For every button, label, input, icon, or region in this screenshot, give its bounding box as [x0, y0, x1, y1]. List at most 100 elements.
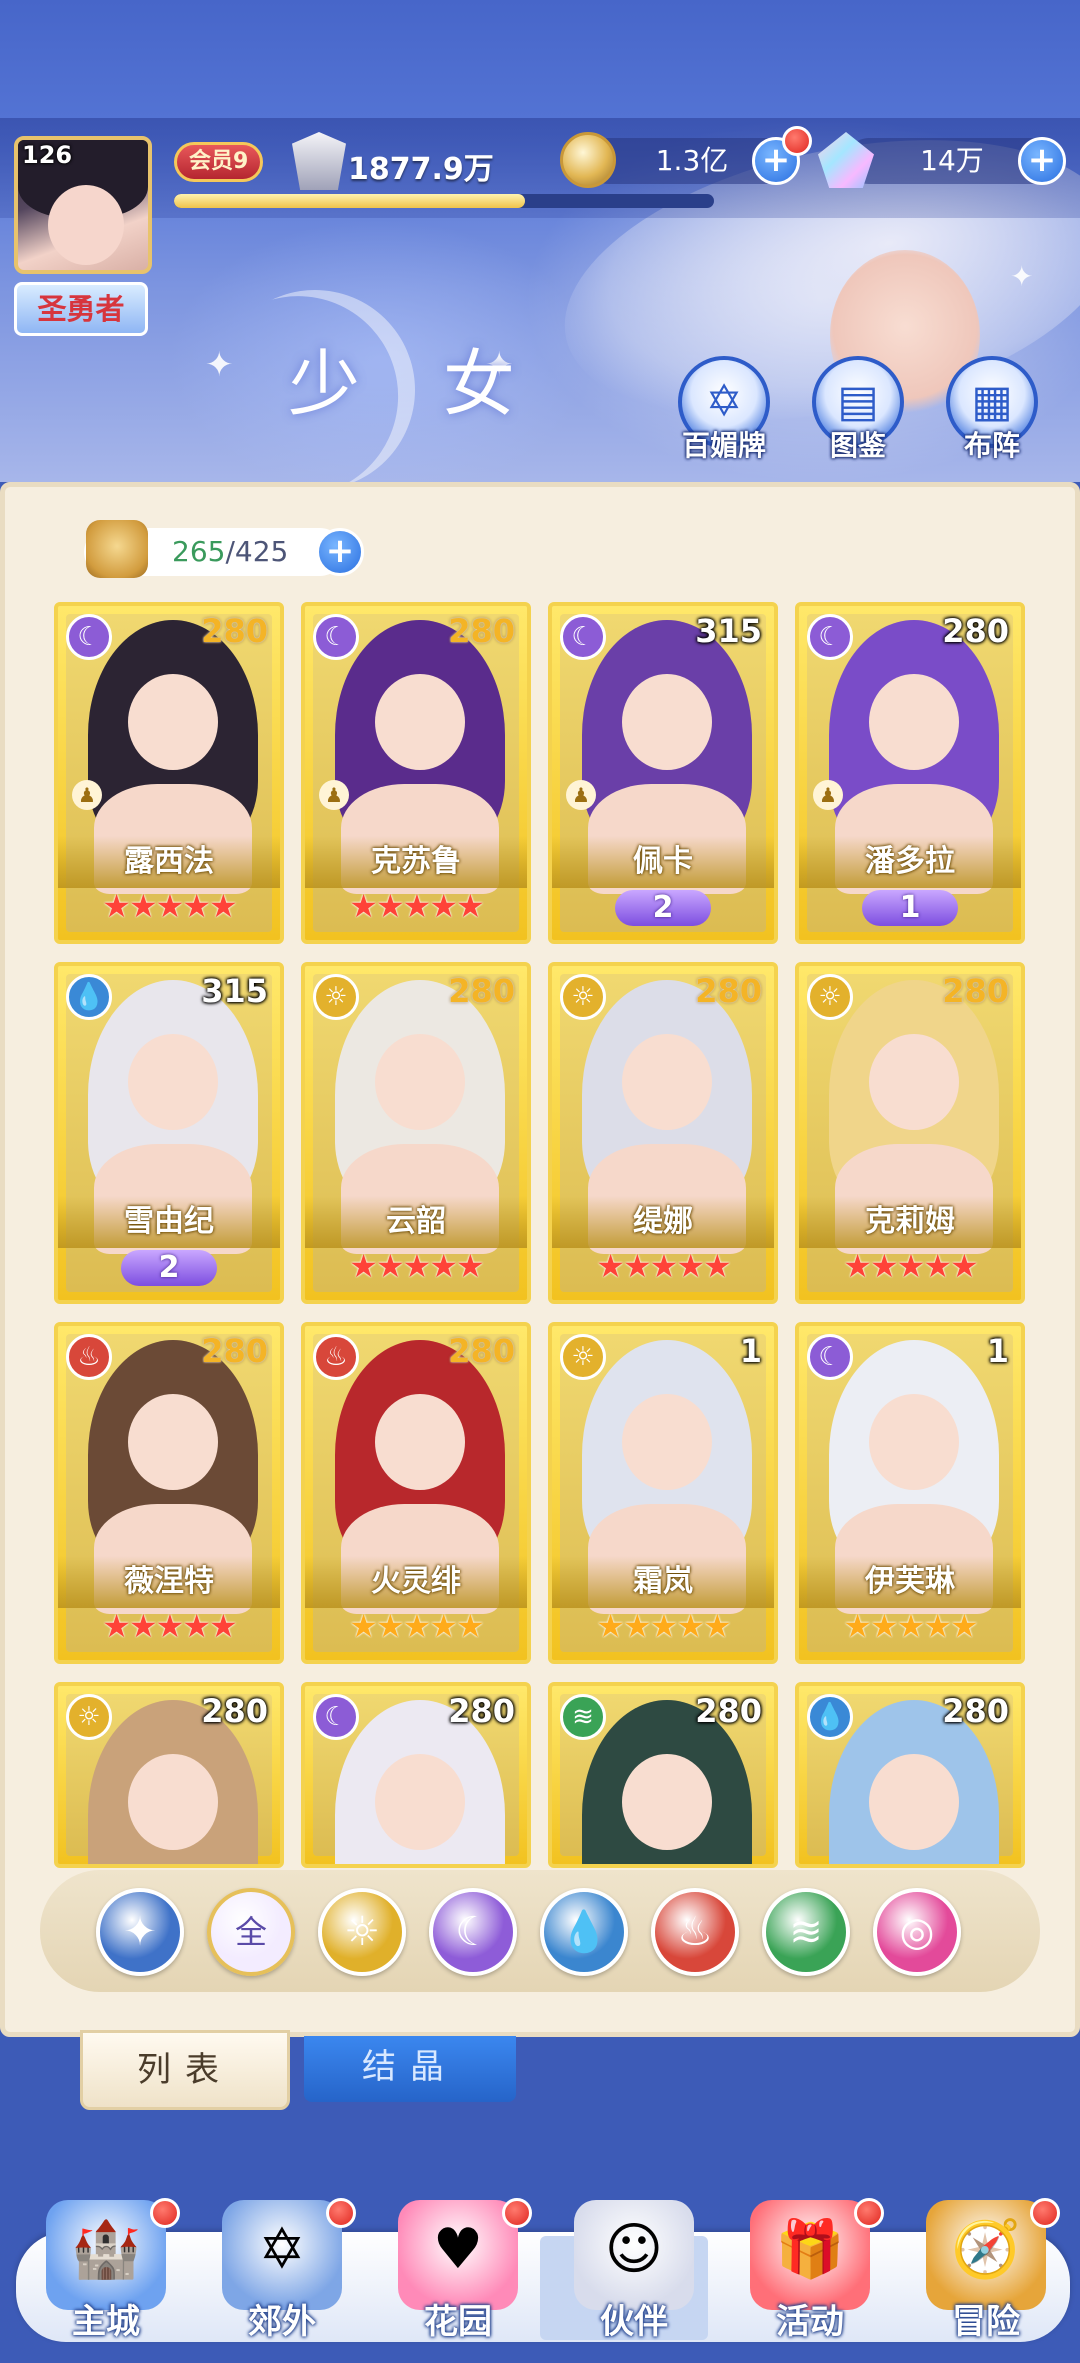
- exp-bar-fill: [174, 194, 525, 208]
- star-icon: ★: [456, 1607, 485, 1645]
- partner-level: 280: [201, 1692, 268, 1730]
- nav-partner[interactable]: ☺ 伙伴: [554, 2190, 714, 2350]
- nav-castle[interactable]: 🏰 主城: [26, 2190, 186, 2350]
- star-icon: ★: [349, 1247, 378, 1285]
- filter-wind-button[interactable]: ≋: [762, 1888, 850, 1976]
- player-title-badge[interactable]: 圣勇者: [14, 282, 148, 336]
- partner-card[interactable]: ☼ 280: [54, 1682, 284, 1868]
- star-rating: ★★★★★: [305, 888, 527, 924]
- partner-card[interactable]: ≋ 280: [548, 1682, 778, 1868]
- nav-portal[interactable]: ✡ 郊外: [202, 2190, 362, 2350]
- star-rating: ★★★★★: [58, 1608, 280, 1644]
- partner-name: 缇娜: [633, 1204, 693, 1239]
- partner-card[interactable]: ☼ 280 云韶 ★★★★★: [301, 962, 531, 1304]
- sun-element-icon: ☼: [560, 1334, 606, 1380]
- function-label: 百媚牌: [681, 429, 766, 462]
- tab-list[interactable]: 列表: [80, 2030, 290, 2110]
- star-icon: ★: [128, 887, 158, 925]
- partner-name: 火灵绯: [371, 1564, 461, 1599]
- star-icon: ★: [896, 1607, 926, 1645]
- star-icon: ★: [649, 1607, 679, 1645]
- nav-label: 伙伴: [600, 2302, 668, 2342]
- sun-element-icon: ☼: [313, 974, 359, 1020]
- nav-heart[interactable]: ♥ 花园: [378, 2190, 538, 2350]
- moon-element-icon: ☾: [807, 614, 853, 660]
- partner-card[interactable]: ☼ 280 克莉姆 ★★★★★: [795, 962, 1025, 1304]
- partner-level: 280: [448, 612, 515, 650]
- partner-level: 280: [695, 1692, 762, 1730]
- star-icon: ★: [596, 1607, 625, 1645]
- chess-piece-icon: ♟: [72, 780, 102, 810]
- star-icon: ★: [703, 1247, 732, 1285]
- star-icon: ★: [869, 1247, 899, 1285]
- star-icon: ★: [843, 1607, 872, 1645]
- fire-element-icon: ♨: [313, 1334, 359, 1380]
- star-icon: ★: [622, 1247, 652, 1285]
- partner-card[interactable]: 💧 315 雪由纪 2: [54, 962, 284, 1304]
- star-icon: ★: [923, 1607, 952, 1645]
- notification-dot: [150, 2198, 180, 2228]
- filter-sun-button[interactable]: ☼: [318, 1888, 406, 1976]
- star-icon: ★: [456, 887, 485, 925]
- partner-card[interactable]: ☼ 1 霜岚 ★★★★★: [548, 1322, 778, 1664]
- star-icon: ★: [950, 1247, 979, 1285]
- star-icon: ★: [128, 1607, 158, 1645]
- filter-moon-button[interactable]: ☾: [429, 1888, 517, 1976]
- star-icon: ★: [375, 1607, 405, 1645]
- partner-name: 薇涅特: [124, 1564, 214, 1599]
- star-icon: ★: [950, 1607, 979, 1645]
- filter-fire-button[interactable]: ♨: [651, 1888, 739, 1976]
- power-value: 1877.9万: [348, 152, 494, 187]
- function-button-gallery[interactable]: ▤ 图鉴: [808, 356, 908, 466]
- star-icon: ★: [923, 1247, 952, 1285]
- partner-card[interactable]: ☾ 280: [301, 1682, 531, 1868]
- wind-element-icon: ≋: [560, 1694, 606, 1740]
- star-icon: ★: [429, 1607, 458, 1645]
- partner-level: 1: [739, 1332, 762, 1370]
- tab-crystal[interactable]: 结晶: [304, 2036, 516, 2102]
- partner-card[interactable]: ♨ 280 薇涅特 ★★★★★: [54, 1322, 284, 1664]
- partner-name: 克莉姆: [865, 1204, 955, 1239]
- partner-card[interactable]: ☾ 280 潘多拉 ♟ 1: [795, 602, 1025, 944]
- roster-count-max: /425: [225, 535, 289, 568]
- star-icon: ★: [869, 1607, 899, 1645]
- filter-water-button[interactable]: 💧: [540, 1888, 628, 1976]
- vip-badge[interactable]: 会员9: [174, 142, 264, 182]
- star-icon: ★: [209, 1607, 238, 1645]
- chess-piece-icon: ♟: [319, 780, 349, 810]
- filter-special-button[interactable]: ✦: [96, 1888, 184, 1976]
- star-icon: ★: [596, 1247, 625, 1285]
- nav-compass[interactable]: 🧭 冒险: [906, 2190, 1066, 2350]
- function-button-formation[interactable]: ▦ 布阵: [942, 356, 1042, 466]
- notification-dot: [782, 126, 812, 156]
- partner-card[interactable]: ☼ 280 缇娜 ★★★★★: [548, 962, 778, 1304]
- star-icon: ★: [429, 887, 458, 925]
- bag-icon: [86, 520, 148, 578]
- page-title: 少 女: [288, 342, 545, 426]
- star-icon: ★: [155, 887, 185, 925]
- expand-roster-button[interactable]: +: [316, 528, 364, 576]
- sparkle-icon: ✦: [1010, 260, 1034, 293]
- filter-all-button[interactable]: 全: [207, 1888, 295, 1976]
- awaken-wing-badge: 2: [615, 890, 711, 926]
- partner-card[interactable]: ♨ 280 火灵绯 ★★★★★: [301, 1322, 531, 1664]
- add-gem-button[interactable]: +: [1018, 137, 1066, 185]
- partner-card[interactable]: ☾ 1 伊芙琳 ★★★★★: [795, 1322, 1025, 1664]
- gold-coin-icon: [560, 132, 616, 188]
- moon-element-icon: ☾: [313, 1694, 359, 1740]
- nav-gift[interactable]: 🎁 活动: [730, 2190, 890, 2350]
- star-icon: ★: [375, 887, 405, 925]
- water-element-icon: 💧: [807, 1694, 853, 1740]
- nav-label: 郊外: [248, 2302, 316, 2342]
- partner-card[interactable]: ☾ 280 克苏鲁 ♟ ★★★★★: [301, 602, 531, 944]
- partner-card[interactable]: 💧 280: [795, 1682, 1025, 1868]
- star-icon: ★: [209, 887, 238, 925]
- star-rating: ★★★★★: [305, 1608, 527, 1644]
- filter-planet-button[interactable]: ◎: [873, 1888, 961, 1976]
- partner-card[interactable]: ☾ 280 露西法 ♟ ★★★★★: [54, 602, 284, 944]
- function-button-cards[interactable]: ✡ 百媚牌: [674, 356, 774, 466]
- partner-card[interactable]: ☾ 315 佩卡 ♟ 2: [548, 602, 778, 944]
- star-icon: ★: [402, 1607, 432, 1645]
- star-icon: ★: [402, 1247, 432, 1285]
- function-label: 布阵: [963, 429, 1020, 462]
